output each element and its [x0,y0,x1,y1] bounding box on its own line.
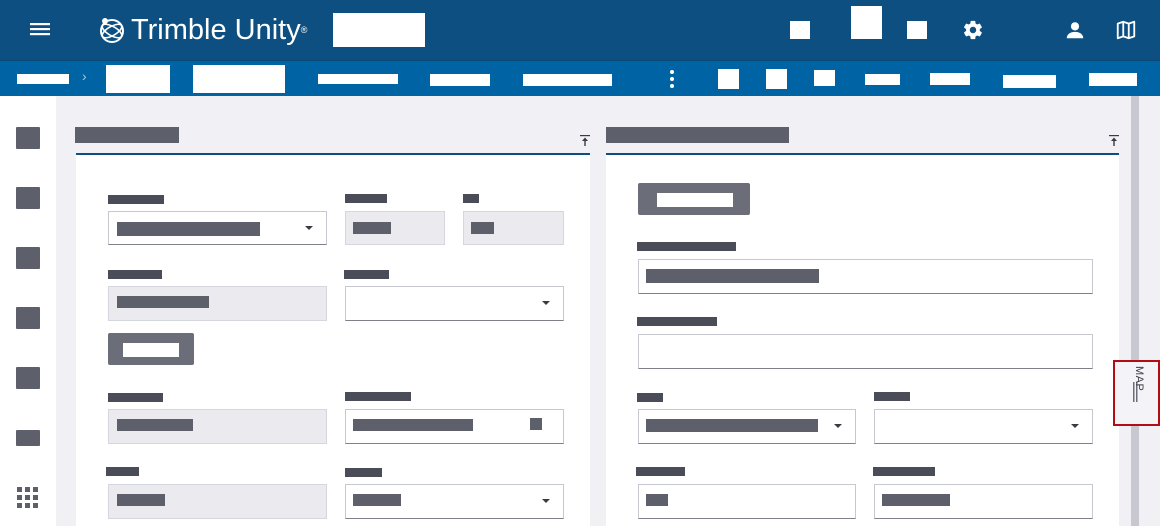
field-label [106,467,139,476]
breadcrumb-separator: › [82,68,87,84]
field-value [471,222,494,234]
project-selector[interactable] [333,13,425,47]
left-nav-item-4[interactable] [16,307,40,329]
toolbar-action-1[interactable] [865,74,900,85]
chevron-down-icon [1071,424,1079,428]
right-panel-title [606,127,789,143]
field-value [646,494,668,506]
field-value [117,494,165,506]
field-label [637,242,736,251]
collapse-icon[interactable] [1109,134,1119,146]
field-value [353,419,473,431]
field-value [646,269,819,283]
breadcrumb-root[interactable] [17,74,69,84]
toolbar-tab-1[interactable] [318,74,398,84]
toolbar-action-2[interactable] [930,73,970,85]
field-value [117,222,260,236]
text-field[interactable] [638,484,856,519]
chevron-down-icon [542,301,550,305]
map-icon[interactable] [1115,19,1137,41]
scrollbar[interactable] [1131,96,1139,526]
field-value [117,419,193,431]
brand-name-text: Trimble Unity [131,14,301,46]
left-nav-item-1[interactable] [16,127,40,149]
dropdown-field[interactable] [874,409,1093,444]
toolbar-tab-3[interactable] [523,74,612,86]
field-label [345,392,411,401]
action-button-label [123,343,179,357]
field-label [344,270,389,279]
toolbar-action-3[interactable] [1003,75,1056,88]
field-label [108,270,162,279]
breadcrumb-item-1[interactable] [106,65,170,93]
toolbar-icon-2[interactable] [766,69,787,89]
map-side-tab[interactable]: MAP [1113,360,1160,426]
left-nav-item-2[interactable] [16,187,40,209]
text-field[interactable] [638,334,1093,369]
header-action-1[interactable] [790,21,810,39]
field-label [874,392,910,401]
field-value [117,296,209,308]
chevron-down-icon [542,499,550,503]
field-label [345,468,382,477]
header-action-3[interactable] [907,21,927,39]
field-label [873,467,935,476]
field-value [353,222,391,234]
field-label [636,467,685,476]
action-button-label [657,193,733,207]
field-label [108,195,164,204]
field-value [646,419,818,432]
field-value [882,494,950,506]
left-panel-rule [76,153,590,155]
field-label [637,317,717,326]
right-panel-rule [606,153,1119,155]
toolbar-action-4[interactable] [1089,73,1137,86]
gear-icon[interactable] [962,19,984,41]
user-icon[interactable] [1064,19,1086,41]
vertical-ellipsis-icon[interactable] [668,68,676,90]
toolbar-tab-2[interactable] [430,74,490,86]
left-nav-item-3[interactable] [16,247,40,269]
left-panel-title [75,127,179,143]
chevron-down-icon [305,226,313,230]
brand-logo-icon [96,14,128,46]
dropdown-field[interactable] [345,286,564,321]
field-value [353,494,401,506]
brand-trademark: ® [300,25,308,35]
hamburger-menu-icon[interactable] [30,20,50,38]
left-nav-item-5[interactable] [16,367,40,389]
chevron-down-icon [834,424,842,428]
toolbar-icon-1[interactable] [718,69,739,89]
field-label [108,393,163,402]
calendar-icon[interactable] [530,418,542,430]
field-label [637,393,663,402]
apps-grid-icon[interactable] [17,487,39,509]
brand-name: Trimble Unity® [131,13,307,47]
field-label [463,194,479,203]
left-nav-item-6[interactable] [16,430,40,446]
breadcrumb-item-2[interactable] [193,65,285,93]
toolbar-icon-3[interactable] [814,70,835,86]
map-tab-label: MAP [1133,366,1145,392]
header-action-2[interactable] [851,6,882,39]
field-label [345,194,387,203]
collapse-icon[interactable] [580,134,590,146]
